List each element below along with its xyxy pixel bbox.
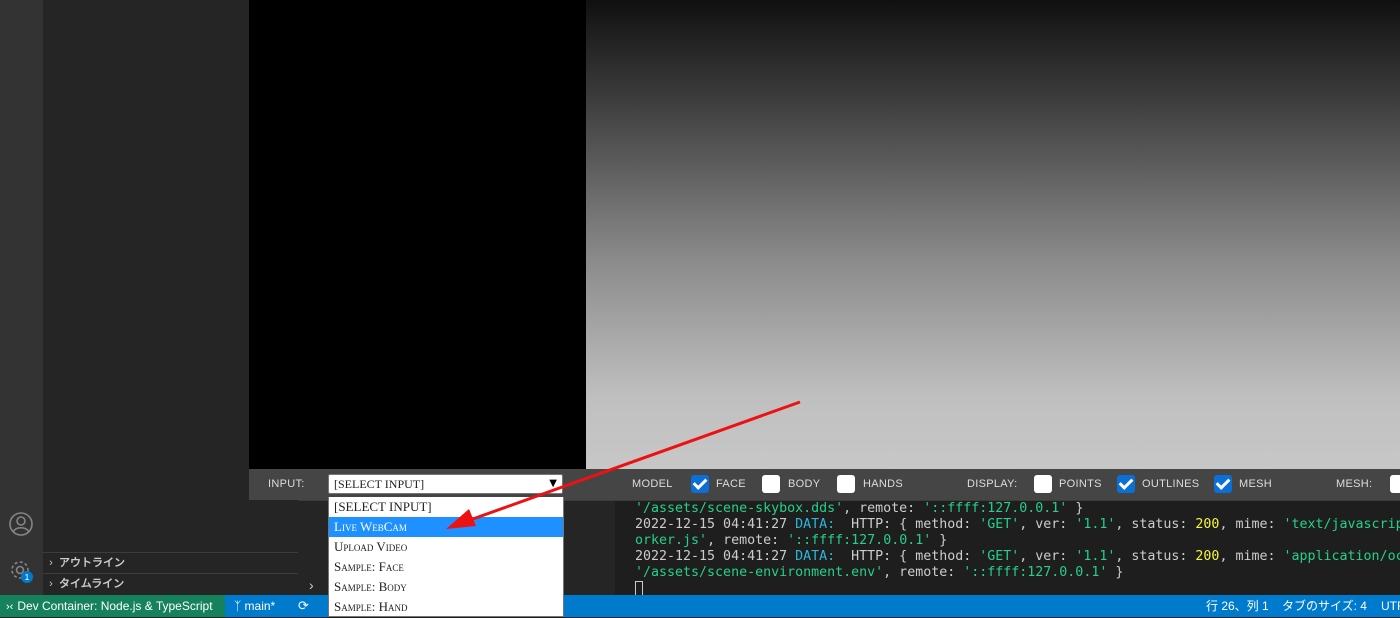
git-branch-icon: ᛉ [234,599,242,613]
display-label: DISPLAY: [967,478,1018,490]
input-select[interactable]: [SELECT INPUT] ▼ [328,474,563,494]
body-checkbox[interactable] [762,475,780,493]
input-label: INPUT: [268,478,305,490]
terminal-line: orker.js', remote: '::ffff:127.0.0.1' } [635,533,948,548]
sidebar-section-label: タイムライン [59,578,125,590]
tab-size[interactable]: タブのサイズ: 4 [1282,595,1367,617]
chevron-right-icon: › [49,557,53,569]
chevron-right-icon: › [309,577,314,593]
video-panel [249,0,586,469]
outlines-checkbox[interactable] [1117,475,1135,493]
face-label: FACE [716,478,746,490]
chevron-down-icon: ▼ [549,478,557,489]
face-checkbox[interactable] [691,475,709,493]
dropdown-option[interactable]: Sample: Hand [329,597,563,616]
terminal-line: '/assets/scene-skybox.dds', remote: '::f… [635,501,1084,516]
app-toolbar: INPUT: [SELECT INPUT] ▼ MODEL FACE BODY … [249,469,1400,500]
body-label: BODY [788,478,821,490]
model-label: MODEL [632,478,673,490]
account-icon[interactable] [8,511,34,537]
chevron-right-icon: › [49,578,53,590]
demo-app: INPUT: [SELECT INPUT] ▼ MODEL FACE BODY … [249,0,1400,500]
dropdown-option[interactable]: Sample: Face [329,557,563,577]
sidebar-section-timeline[interactable]: › タイムライン [43,573,298,595]
sidebar-section-label: アウトライン [59,557,125,569]
branch-label: main* [244,599,276,613]
status-bar: ›‹ Dev Container: Node.js & TypeScript ᛉ … [0,595,1400,617]
settings-badge: 1 [25,572,30,582]
hands-label: HANDS [863,478,904,490]
points-label: POINTS [1059,478,1102,490]
terminal-line: 2022-12-15 04:41:27 DATA: HTTP: { method… [635,517,1400,532]
input-select-value: [SELECT INPUT] [334,477,425,491]
outlines-label: OUTLINES [1142,478,1200,490]
input-select-dropdown: [SELECT INPUT] Live WebCam Upload Video … [328,497,564,617]
mesh-label: MESH [1239,478,1272,490]
hands-checkbox[interactable] [837,475,855,493]
terminal-line: 2022-12-15 04:41:27 DATA: HTTP: { method… [635,549,1400,564]
gear-icon[interactable]: 1 [8,558,34,584]
dropdown-option-live-webcam[interactable]: Live WebCam [329,517,563,537]
sync-icon[interactable]: ⟳ [298,595,309,617]
mesh-option-checkbox[interactable] [1390,475,1400,493]
dropdown-option[interactable]: [SELECT INPUT] [329,497,563,517]
remote-label: Dev Container: Node.js & TypeScript [17,599,213,613]
sidebar-section-outline[interactable]: › アウトライン [43,552,298,574]
activity-bar: 1 [0,0,43,595]
dropdown-option[interactable]: Sample: Body [329,577,563,597]
encoding[interactable]: UTF [1381,595,1400,617]
branch-indicator[interactable]: ᛉ main* [234,595,275,617]
cursor-position[interactable]: 行 26、列 1 [1206,595,1269,617]
terminal-line: '/assets/scene-environment.env', remote:… [635,565,1124,580]
mesh-checkbox[interactable] [1214,475,1232,493]
render-canvas[interactable] [586,0,1400,469]
terminal-cursor [635,581,643,596]
mesh-options-label: MESH: [1336,478,1373,490]
dropdown-option[interactable]: Upload Video [329,537,563,557]
points-checkbox[interactable] [1034,475,1052,493]
remote-indicator[interactable]: ›‹ Dev Container: Node.js & TypeScript [0,595,225,617]
remote-icon: ›‹ [6,601,14,613]
